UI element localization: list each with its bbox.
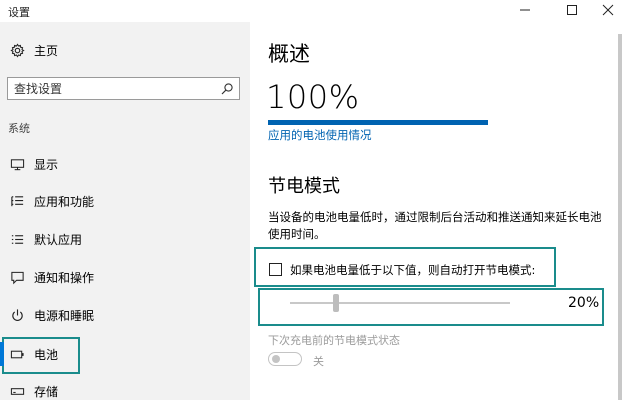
- sidebar-item-label: 显示: [34, 157, 59, 172]
- battery-usage-link[interactable]: 应用的电池使用情况: [268, 127, 372, 143]
- title-bar: 设置: [0, 0, 625, 22]
- sidebar-item-notifications[interactable]: 通知和操作: [0, 264, 250, 290]
- section-label-system: 系统: [8, 122, 30, 135]
- auto-saver-label: 如果电池电量低于以下值，则自动打开节电模式:: [290, 263, 536, 277]
- minimize-button[interactable]: [508, 0, 542, 20]
- sidebar-item-label: 默认应用: [34, 232, 83, 247]
- toggle-knob: [272, 355, 280, 363]
- maximize-icon: [567, 5, 577, 15]
- monitor-icon: [9, 156, 25, 172]
- sidebar-item-home[interactable]: 主页: [0, 37, 250, 63]
- apps-list-icon: [9, 193, 25, 209]
- sidebar-item-label: 存储: [34, 384, 59, 399]
- battery-progress-fill: [268, 120, 488, 125]
- storage-icon: [9, 383, 25, 399]
- gear-icon: [9, 42, 25, 58]
- sidebar-item-default-apps[interactable]: 默认应用: [0, 226, 250, 252]
- sidebar-item-display[interactable]: 显示: [0, 151, 250, 177]
- search-input[interactable]: [8, 81, 225, 96]
- sidebar-item-battery[interactable]: 电池: [0, 341, 250, 367]
- sidebar-item-label: 主页: [34, 43, 59, 58]
- maximize-button[interactable]: [555, 0, 589, 20]
- sidebar-item-label: 电源和睡眠: [34, 308, 95, 323]
- sidebar-item-apps[interactable]: 应用和功能: [0, 188, 250, 214]
- scrollbar[interactable]: [618, 34, 622, 400]
- sidebar: 主页 系统 显示 应用和功能 默认应用 通知和操作: [0, 22, 250, 400]
- search-field[interactable]: [7, 77, 240, 100]
- overview-heading: 概述: [268, 42, 310, 66]
- battery-progress-bar: [268, 120, 488, 125]
- threshold-slider-thumb[interactable]: [333, 294, 339, 312]
- saver-state-toggle[interactable]: [268, 352, 302, 366]
- default-apps-icon: [9, 231, 25, 247]
- battery-percent: 100%: [266, 78, 360, 116]
- minimize-icon: [520, 9, 530, 11]
- sidebar-item-label: 电池: [34, 347, 59, 362]
- main-content: 概述 100% 应用的电池使用情况 节电模式 当设备的电池电量低时，通过限制后台…: [250, 22, 625, 400]
- threshold-slider-track[interactable]: [290, 302, 510, 304]
- auto-saver-checkbox[interactable]: [269, 263, 282, 276]
- battery-saver-heading: 节电模式: [268, 176, 340, 197]
- slider-highlight-frame: [258, 288, 604, 326]
- saver-state-label: 下次充电前的节电模式状态: [268, 334, 400, 347]
- battery-saver-description: 当设备的电池电量低时，通过限制后台活动和推送通知来延长电池使用时间。: [268, 210, 602, 241]
- battery-icon: [9, 346, 25, 362]
- close-icon: [602, 4, 614, 16]
- sidebar-item-power-sleep[interactable]: 电源和睡眠: [0, 302, 250, 328]
- sidebar-item-label: 应用和功能: [34, 194, 95, 209]
- sidebar-item-storage[interactable]: 存储: [0, 378, 250, 404]
- sidebar-item-label: 通知和操作: [34, 270, 95, 285]
- toggle-state-label: 关: [313, 355, 324, 368]
- notifications-icon: [9, 269, 25, 285]
- search-icon: [221, 83, 233, 95]
- threshold-value: 20%: [568, 295, 600, 311]
- close-button[interactable]: [591, 0, 625, 20]
- window-title: 设置: [8, 6, 30, 19]
- power-icon: [9, 307, 25, 323]
